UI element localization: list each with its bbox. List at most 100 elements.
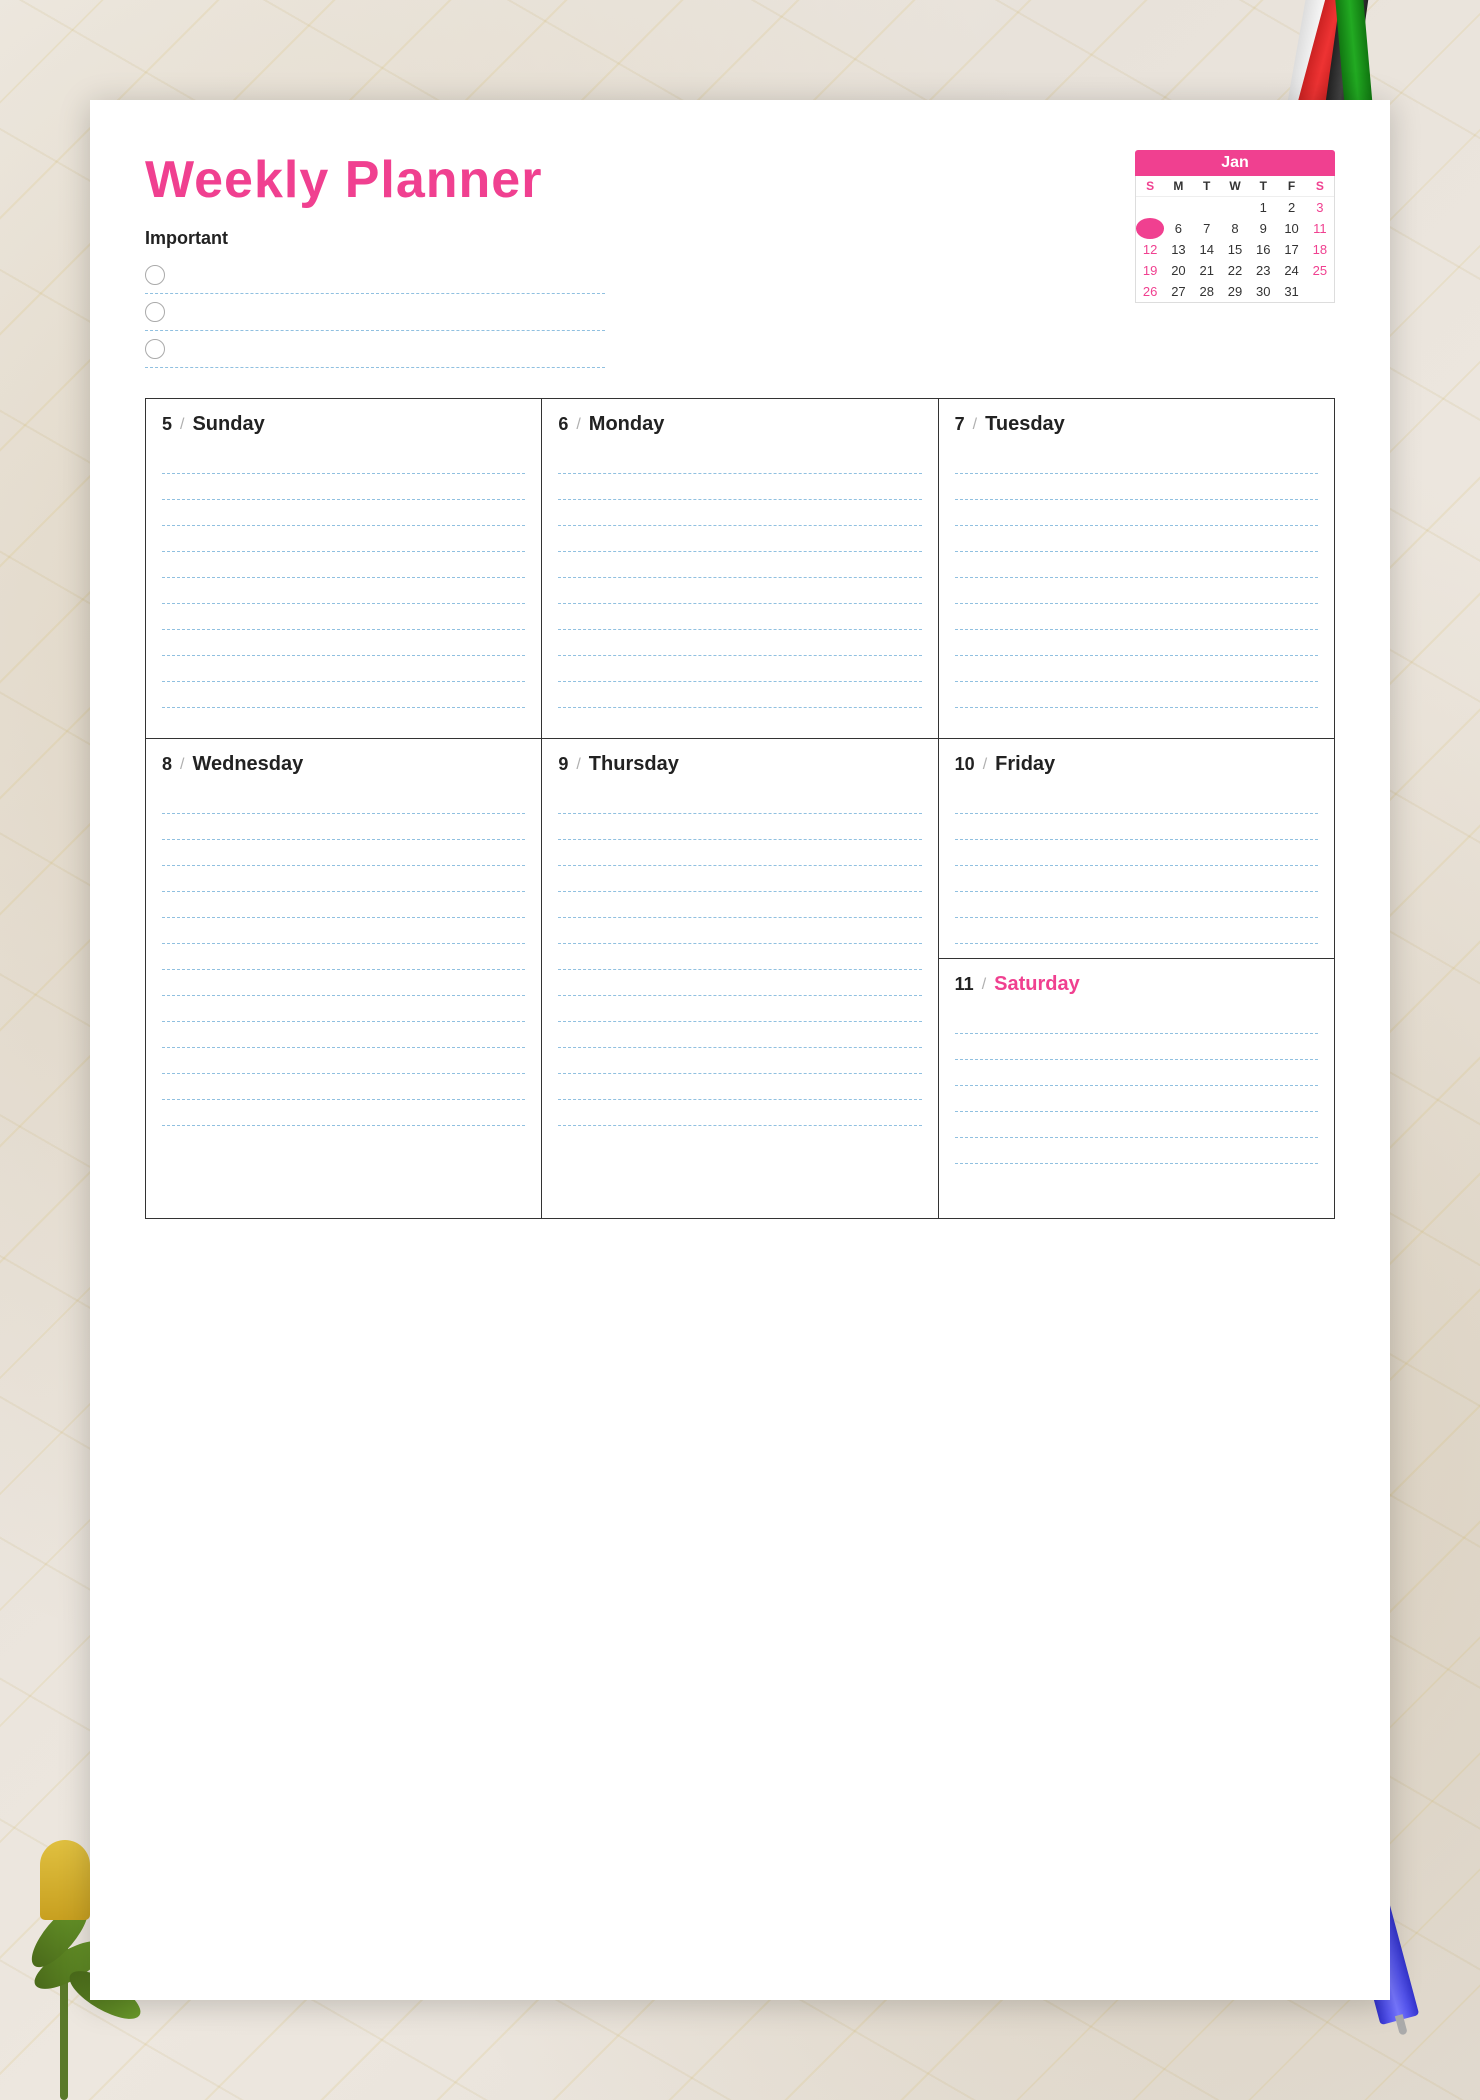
calendar-header-row: S M T W T F S — [1136, 176, 1334, 197]
cal-cell: 9 — [1249, 218, 1277, 239]
cal-cell: 11 — [1306, 218, 1334, 239]
wednesday-lines — [162, 788, 525, 1126]
cal-cell: 26 — [1136, 281, 1164, 302]
line — [162, 866, 525, 892]
line — [162, 970, 525, 996]
cal-cell: 14 — [1193, 239, 1221, 260]
friday-saturday-col: 10 / Friday 11 / Saturday — [939, 739, 1335, 1219]
thursday-slash: / — [576, 756, 580, 774]
calendar-month-label: Jan — [1221, 154, 1249, 171]
cal-cell: 1 — [1249, 197, 1277, 218]
line — [955, 1086, 1318, 1112]
monday-slash: / — [576, 416, 580, 434]
checkbox-2[interactable] — [145, 302, 165, 322]
line — [955, 918, 1318, 944]
line — [162, 682, 525, 708]
cal-cell — [1306, 281, 1334, 302]
cal-hdr-mon: M — [1164, 176, 1192, 197]
cal-hdr-sat: S — [1306, 176, 1334, 197]
cal-cell: 6 — [1164, 218, 1192, 239]
cal-cell: 18 — [1306, 239, 1334, 260]
line — [558, 578, 921, 604]
line — [162, 630, 525, 656]
day-thursday: 9 / Thursday — [542, 739, 938, 1219]
saturday-header: 11 / Saturday — [955, 973, 1318, 996]
day-friday: 10 / Friday — [939, 739, 1334, 959]
line — [558, 918, 921, 944]
line — [558, 996, 921, 1022]
saturday-name: Saturday — [994, 973, 1080, 996]
thursday-lines — [558, 788, 921, 1126]
sunday-num: 5 — [162, 414, 172, 435]
calendar-week-1: 1 2 3 — [1136, 197, 1334, 218]
line — [955, 578, 1318, 604]
cal-cell — [1136, 197, 1164, 218]
thursday-name: Thursday — [589, 753, 679, 776]
line — [162, 788, 525, 814]
cal-cell: 31 — [1277, 281, 1305, 302]
checkbox-3[interactable] — [145, 339, 165, 359]
line — [955, 448, 1318, 474]
line — [558, 944, 921, 970]
wednesday-num: 8 — [162, 754, 172, 775]
cal-cell: 10 — [1277, 218, 1305, 239]
line — [558, 866, 921, 892]
monday-name: Monday — [589, 413, 665, 436]
line — [162, 996, 525, 1022]
wednesday-slash: / — [180, 756, 184, 774]
line — [162, 604, 525, 630]
line — [162, 1048, 525, 1074]
page-title: Weekly Planner — [145, 150, 605, 210]
saturday-num: 11 — [955, 974, 974, 995]
line — [558, 892, 921, 918]
line — [558, 840, 921, 866]
friday-lines — [955, 788, 1318, 944]
cal-cell: 25 — [1306, 260, 1334, 281]
line — [558, 552, 921, 578]
cal-cell: 22 — [1221, 260, 1249, 281]
cal-hdr-tue: T — [1193, 176, 1221, 197]
line — [558, 656, 921, 682]
saturday-lines — [955, 1008, 1318, 1164]
sunday-lines — [162, 448, 525, 708]
cal-cell: 20 — [1164, 260, 1192, 281]
monday-num: 6 — [558, 414, 568, 435]
line — [162, 1022, 525, 1048]
day-tuesday: 7 / Tuesday — [939, 399, 1335, 739]
line — [162, 1100, 525, 1126]
line — [955, 814, 1318, 840]
calendar-week-4: 19 20 21 22 23 24 25 — [1136, 260, 1334, 281]
important-item-2 — [145, 294, 605, 331]
cal-cell: 28 — [1193, 281, 1221, 302]
line — [558, 500, 921, 526]
line — [558, 474, 921, 500]
cal-hdr-thu: T — [1249, 176, 1277, 197]
cal-cell: 21 — [1193, 260, 1221, 281]
header: Weekly Planner Important Jan — [145, 150, 1335, 368]
line — [558, 1022, 921, 1048]
cal-cell: 5 — [1136, 218, 1164, 239]
cal-cell — [1221, 197, 1249, 218]
thursday-num: 9 — [558, 754, 568, 775]
line — [558, 448, 921, 474]
tuesday-num: 7 — [955, 414, 965, 435]
line — [162, 578, 525, 604]
calendar-week-3: 12 13 14 15 16 17 18 — [1136, 239, 1334, 260]
line — [955, 604, 1318, 630]
line — [162, 656, 525, 682]
cal-cell: 13 — [1164, 239, 1192, 260]
line — [162, 474, 525, 500]
important-list — [145, 257, 605, 368]
line — [955, 500, 1318, 526]
cal-cell: 30 — [1249, 281, 1277, 302]
wednesday-name: Wednesday — [192, 753, 303, 776]
line — [955, 474, 1318, 500]
mini-calendar: Jan S M T W T F S 1 — [1135, 150, 1335, 303]
cal-cell: 17 — [1277, 239, 1305, 260]
friday-header: 10 / Friday — [955, 753, 1318, 776]
line — [955, 682, 1318, 708]
cal-cell: 19 — [1136, 260, 1164, 281]
line — [162, 526, 525, 552]
friday-slash: / — [983, 756, 987, 774]
checkbox-1[interactable] — [145, 265, 165, 285]
